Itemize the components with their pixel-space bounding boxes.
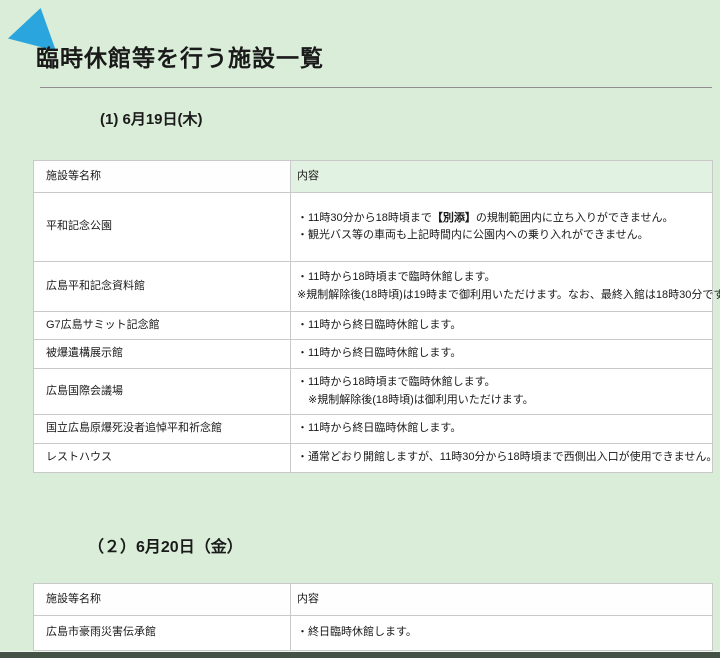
table-row: G7広島サミット記念館 ・11時から終日臨時休館します。 [34,312,713,340]
content-line: ※規制解除後(18時頃)は19時まで御利用いただけます。なお、最終入館は18時3… [297,287,706,304]
closure-table-june20: 施設等名称 内容 広島市豪雨災害伝承館 ・終日臨時休館します。 [33,583,713,651]
facility-content: ・11時から終日臨時休館します。 [291,340,713,369]
facility-content: ・11時から18時頃まで臨時休館します。 ※規制解除後(18時頃)は御利用いただ… [291,369,713,415]
page-title: 臨時休館等を行う施設一覧 [36,39,324,73]
content-line: ・終日臨時休館します。 [297,624,706,641]
closure-table-june19: 施設等名称 内容 平和記念公園 ・11時30分から18時頃まで【別添】の規制範囲… [33,160,713,473]
facility-content: ・11時から終日臨時休館します。 [291,312,713,340]
facility-name: 広島市豪雨災害伝承館 [34,616,291,651]
table-header-row: 施設等名称 内容 [34,584,713,616]
facility-content: ・11時から18時頃まで臨時休館します。 ※規制解除後(18時頃)は19時まで御… [291,262,713,312]
facility-content: ・通常どおり開館しますが、11時30分から18時頃まで西側出入口が使用できません… [291,444,713,473]
title-divider [40,87,712,88]
table-header-row: 施設等名称 内容 [34,161,713,193]
facility-name: 広島国際会議場 [34,369,291,415]
facility-name: 被爆遺構展示館 [34,340,291,369]
table-row: レストハウス ・通常どおり開館しますが、11時30分から18時頃まで西側出入口が… [34,444,713,473]
content-line: ・11時から終日臨時休館します。 [297,420,706,437]
facility-name: 平和記念公園 [34,193,291,262]
content-line: ・11時から終日臨時休館します。 [297,345,706,362]
table-row: 被爆遺構展示館 ・11時から終日臨時休館します。 [34,340,713,369]
content-line: ・通常どおり開館しますが、11時30分から18時頃まで西側出入口が使用できません… [297,449,706,466]
facility-content: ・11時30分から18時頃まで【別添】の規制範囲内に立ち入りができません。 ・観… [291,193,713,262]
facility-name: 国立広島原爆死没者追悼平和祈念館 [34,415,291,444]
column-header-content: 内容 [291,584,713,616]
attachment-reference: 【別添】 [432,212,476,224]
table-row: 平和記念公園 ・11時30分から18時頃まで【別添】の規制範囲内に立ち入りができ… [34,193,713,262]
content-line: ・11時から終日臨時休館します。 [297,317,706,334]
facility-name: G7広島サミット記念館 [34,312,291,340]
content-text: ・11時30分から18時頃まで [297,212,432,224]
section-heading-june20: （２）6月20日（金） [88,533,243,557]
content-line: ・11時から18時頃まで臨時休館します。 [297,374,706,391]
table-row: 広島国際会議場 ・11時から18時頃まで臨時休館します。 ※規制解除後(18時頃… [34,369,713,415]
facility-content: ・11時から終日臨時休館します。 [291,415,713,444]
content-line: ・観光バス等の車両も上記時間内に公園内への乗り入れができません。 [297,227,706,244]
table-row: 国立広島原爆死没者追悼平和祈念館 ・11時から終日臨時休館します。 [34,415,713,444]
column-header-facility-name: 施設等名称 [34,584,291,616]
facility-content: ・終日臨時休館します。 [291,616,713,651]
content-line: ・11時から18時頃まで臨時休館します。 [297,269,706,286]
table-row: 広島平和記念資料館 ・11時から18時頃まで臨時休館します。 ※規制解除後(18… [34,262,713,312]
facility-name: 広島平和記念資料館 [34,262,291,312]
table-row: 広島市豪雨災害伝承館 ・終日臨時休館します。 [34,616,713,651]
section-heading-june19: (1) 6月19日(木) [100,108,203,129]
facility-name: レストハウス [34,444,291,473]
page: { "page": { "title": "臨時休館等を行う施設一覧", "ba… [0,0,720,657]
column-header-facility-name: 施設等名称 [34,161,291,193]
content-text: の規制範囲内に立ち入りができません。 [476,212,674,224]
content-line: ※規制解除後(18時頃)は御利用いただけます。 [297,392,706,409]
column-header-content: 内容 [291,161,713,193]
content-line: ・11時30分から18時頃まで【別添】の規制範囲内に立ち入りができません。 [297,210,706,227]
